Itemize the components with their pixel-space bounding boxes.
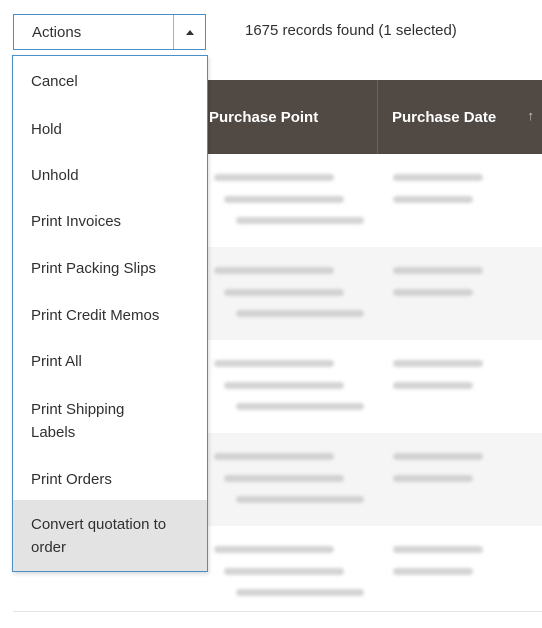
menu-item-label: Print Packing Slips [31, 259, 157, 277]
grid-header: Purchase Point Purchase Date ↑ [200, 80, 542, 154]
menu-item-print-all[interactable]: Print All [13, 348, 207, 374]
menu-item-label: Hold [31, 120, 62, 138]
caret-up-icon [185, 29, 194, 35]
grid-bottom-border [13, 611, 542, 612]
menu-item-print-credit-memos[interactable]: Print Credit Memos [13, 302, 207, 328]
column-header-label: Purchase Date [392, 108, 497, 126]
records-count: 1675 records found (1 selected) [245, 22, 457, 39]
menu-item-unhold[interactable]: Unhold [13, 162, 207, 188]
menu-item-label: Print Orders [31, 470, 112, 488]
actions-label: Actions [32, 23, 82, 41]
actions-toggle[interactable] [173, 15, 205, 49]
actions-menu: Cancel Hold Unhold Print Invoices Print … [12, 55, 208, 572]
table-row[interactable] [208, 247, 542, 340]
menu-item-label: Print Invoices [31, 212, 122, 230]
menu-item-label: Unhold [31, 166, 79, 184]
menu-item-print-packing-slips[interactable]: Print Packing Slips [13, 255, 207, 281]
menu-item-label: Cancel [31, 72, 78, 90]
sort-arrow-icon: ↑ [527, 108, 535, 123]
column-header-label: Purchase Point [209, 108, 319, 126]
menu-item-cancel[interactable]: Cancel [13, 68, 207, 94]
table-row[interactable] [208, 340, 542, 433]
menu-item-print-orders[interactable]: Print Orders [13, 466, 207, 492]
grid-rows [208, 154, 542, 619]
menu-item-print-shipping-labels[interactable]: Print Shipping Labels [13, 396, 173, 446]
table-row[interactable] [208, 154, 542, 247]
menu-item-label: Print All [31, 352, 82, 370]
menu-item-label: Convert quotation to order [31, 515, 167, 556]
menu-item-convert-quotation-to-order[interactable]: Convert quotation to order [13, 500, 207, 571]
menu-item-hold[interactable]: Hold [13, 116, 207, 142]
actions-dropdown-button[interactable]: Actions [13, 14, 206, 50]
menu-item-label: Print Credit Memos [31, 306, 160, 324]
table-row[interactable] [208, 526, 542, 619]
column-header-purchase-date[interactable]: Purchase Date ↑ [378, 80, 542, 154]
menu-item-print-invoices[interactable]: Print Invoices [13, 208, 207, 234]
table-row[interactable] [208, 433, 542, 526]
menu-item-label: Print Shipping Labels [31, 401, 125, 441]
column-header-purchase-point[interactable]: Purchase Point [200, 80, 378, 154]
